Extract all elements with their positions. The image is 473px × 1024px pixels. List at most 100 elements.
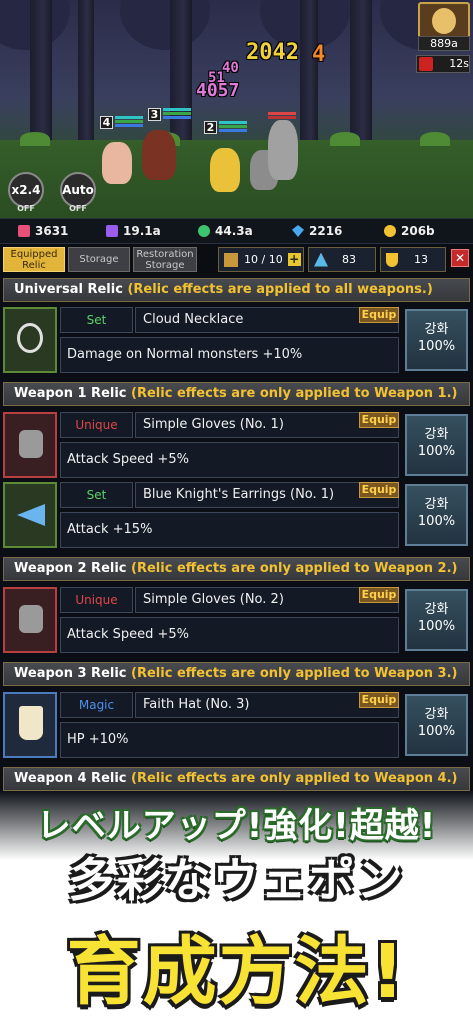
- boss-timer[interactable]: 12s: [416, 55, 470, 73]
- relic-row: Unique Simple Gloves (No. 2) Equip Attac…: [3, 587, 470, 653]
- relic-effect: Damage on Normal monsters +10%: [60, 337, 399, 373]
- relic-icon-slot[interactable]: [3, 587, 57, 653]
- speed-button[interactable]: x2.4: [8, 172, 44, 208]
- resource-green-orb: 44.3a: [198, 224, 292, 238]
- relic-row: Unique Simple Gloves (No. 1) Equip Attac…: [3, 412, 470, 478]
- purple-crystal-icon: [106, 225, 118, 237]
- equip-tag: Equip: [359, 412, 399, 428]
- resource-bar: 3631 19.1a 44.3a 2216 206b: [0, 218, 473, 244]
- section-header-weapon-2: Weapon 2 Relic (Relic effects are only a…: [3, 557, 470, 581]
- hero-sprite[interactable]: [102, 142, 132, 184]
- section-desc: (Relic effects are applied to all weapon…: [127, 282, 433, 297]
- section-title: Weapon 4 Relic: [14, 771, 127, 786]
- relic-icon-slot[interactable]: [3, 692, 57, 758]
- relic-slot-counter: 10 / 10 +: [218, 247, 304, 272]
- hat-icon: [19, 706, 43, 740]
- upgrade-button[interactable]: 강화 100%: [405, 414, 468, 476]
- tab-label: Storage: [145, 260, 185, 271]
- upgrade-rate: 100%: [417, 724, 456, 739]
- upgrade-button[interactable]: 강화 100%: [405, 309, 468, 371]
- grass: [20, 132, 50, 146]
- tab-restoration-storage[interactable]: Restoration Storage: [133, 247, 197, 272]
- equip-tag: Equip: [359, 307, 399, 323]
- upgrade-label: 강화: [424, 707, 449, 722]
- relic-row: Set Blue Knight's Earrings (No. 1) Equip…: [3, 482, 470, 548]
- hero-level-badge: 2: [204, 121, 217, 134]
- auto-button[interactable]: Auto: [60, 172, 96, 208]
- hero-level-badge: 3: [148, 108, 161, 121]
- section-header-weapon-1: Weapon 1 Relic (Relic effects are only a…: [3, 382, 470, 406]
- tree-trunk: [30, 0, 52, 150]
- section-desc: (Relic effects are only applied to Weapo…: [131, 771, 458, 786]
- upgrade-button[interactable]: 강화 100%: [405, 484, 468, 546]
- resource-pink-gem: 3631: [18, 224, 106, 238]
- green-orb-icon: [198, 225, 210, 237]
- tab-storage[interactable]: Storage: [68, 247, 130, 272]
- relic-icon-slot[interactable]: [3, 482, 57, 548]
- trophy-icon: [386, 252, 398, 267]
- shard-counter: 83: [308, 247, 376, 272]
- pink-gem-icon: [18, 225, 30, 237]
- enemy-health-bar: [268, 112, 296, 120]
- equip-tag: Equip: [359, 692, 399, 708]
- glove-icon: [19, 430, 43, 458]
- section-header-universal: Universal Relic (Relic effects are appli…: [3, 278, 470, 302]
- upgrade-label: 강화: [424, 602, 449, 617]
- equip-tag: Equip: [359, 587, 399, 603]
- resource-gold-coin: 206b: [384, 224, 464, 238]
- player-gold: 889a: [418, 36, 470, 51]
- enemy-sprite[interactable]: [268, 120, 298, 180]
- necklace-icon: [17, 323, 43, 353]
- auto-status: OFF: [69, 204, 87, 213]
- grass: [330, 132, 360, 146]
- blue-diamond-icon: [292, 225, 304, 237]
- relic-effect: Attack Speed +5%: [60, 617, 399, 653]
- relic-grade: Set: [60, 482, 133, 508]
- tree-canopy: [120, 0, 210, 50]
- tree-trunk: [78, 0, 94, 150]
- damage-number: 2042: [246, 40, 299, 65]
- relic-grade: Unique: [60, 587, 133, 613]
- tree-trunk: [300, 0, 318, 150]
- hero-sprite[interactable]: [210, 148, 240, 192]
- hero-bars: [219, 121, 247, 133]
- upgrade-rate: 100%: [417, 339, 456, 354]
- promo-line-2: 多彩なウェポン: [68, 853, 405, 907]
- section-title: Weapon 2 Relic: [14, 561, 127, 576]
- tab-label: Restoration: [136, 249, 194, 260]
- shard-count: 83: [342, 253, 356, 266]
- close-icon[interactable]: ✕: [451, 249, 469, 267]
- tab-label: Relic: [22, 260, 46, 271]
- equip-tag: Equip: [359, 482, 399, 498]
- hero-bars: [115, 116, 143, 128]
- section-desc: (Relic effects are only applied to Weapo…: [131, 666, 458, 681]
- relic-tab-row: Equipped Relic Storage Restoration Stora…: [0, 245, 473, 273]
- skull-icon: [419, 57, 433, 71]
- relic-effect: Attack +15%: [60, 512, 399, 548]
- tab-label: Equipped: [10, 249, 58, 260]
- upgrade-button[interactable]: 강화 100%: [405, 589, 468, 651]
- upgrade-button[interactable]: 강화 100%: [405, 694, 468, 756]
- relic-effect: HP +10%: [60, 722, 399, 758]
- damage-number: 4057: [196, 80, 240, 101]
- add-slot-button[interactable]: +: [287, 253, 301, 266]
- section-desc: (Relic effects are only applied to Weapo…: [131, 386, 458, 401]
- earring-icon: [17, 504, 45, 526]
- resource-value: 44.3a: [215, 224, 253, 238]
- relic-list: Universal Relic (Relic effects are appli…: [0, 276, 473, 816]
- relic-icon-slot[interactable]: [3, 307, 57, 373]
- upgrade-rate: 100%: [417, 444, 456, 459]
- upgrade-rate: 100%: [417, 619, 456, 634]
- speed-status: OFF: [17, 204, 35, 213]
- relic-effect: Attack Speed +5%: [60, 442, 399, 478]
- upgrade-label: 강화: [424, 497, 449, 512]
- hero-sprite[interactable]: [142, 130, 176, 180]
- slot-count: 10 / 10: [244, 253, 283, 266]
- relic-row: Set Cloud Necklace Equip Damage on Norma…: [3, 307, 470, 373]
- section-title: Weapon 1 Relic: [14, 386, 127, 401]
- tab-equipped-relic[interactable]: Equipped Relic: [3, 247, 65, 272]
- avatar-face-icon: [432, 8, 456, 34]
- relic-grade: Set: [60, 307, 133, 333]
- tree-trunk: [350, 0, 372, 150]
- relic-icon-slot[interactable]: [3, 412, 57, 478]
